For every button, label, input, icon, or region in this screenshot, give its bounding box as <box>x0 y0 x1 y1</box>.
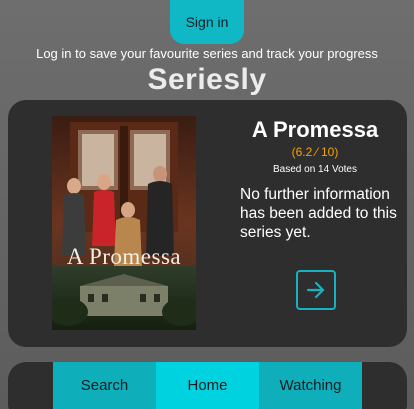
app-title: Seriesly <box>147 63 267 96</box>
tab-home[interactable]: Home <box>156 362 259 409</box>
sign-in-button[interactable]: Sign in <box>170 0 244 44</box>
open-series-button[interactable] <box>296 270 336 310</box>
series-title[interactable]: A Promessa <box>220 117 410 143</box>
login-tagline: Log in to save your favourite series and… <box>36 46 378 61</box>
series-rating: (6.2 ⁄ 10) <box>291 145 339 159</box>
bottom-nav: Search Home Watching <box>53 362 362 409</box>
arrow-right-icon <box>306 281 325 299</box>
tab-watching[interactable]: Watching <box>259 362 362 409</box>
poster-image <box>52 116 196 330</box>
tab-search[interactable]: Search <box>53 362 156 409</box>
poster-title: A Promessa <box>66 244 182 269</box>
series-poster[interactable]: A Promessa <box>52 116 196 330</box>
vote-count: Based on 14 Votes <box>273 164 357 175</box>
series-description: No further information has been added to… <box>240 186 397 241</box>
